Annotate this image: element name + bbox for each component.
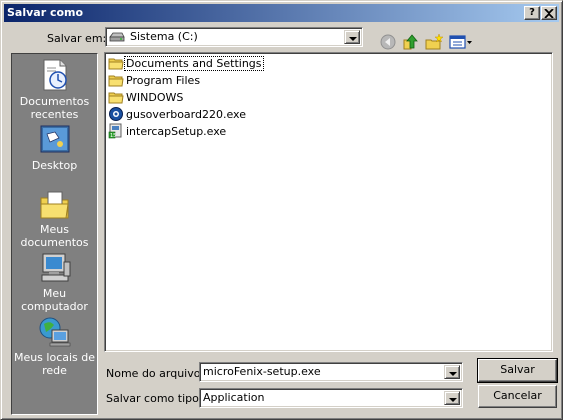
filename-field[interactable]: microFenix-setup.exe (199, 362, 463, 382)
file-list[interactable]: Documents and Settings Program Files WIN… (104, 52, 553, 352)
my-documents-icon (40, 191, 69, 219)
views-menu-button[interactable] (448, 32, 474, 52)
network-places-icon (39, 317, 70, 347)
place-label: Meus locais de rede (13, 351, 96, 377)
file-name: Program Files (126, 74, 201, 87)
place-label: Desktop (31, 159, 78, 172)
save-button[interactable]: Salvar (477, 358, 558, 383)
filename-value: microFenix-setup.exe (203, 365, 321, 378)
place-recent-documents[interactable]: Documentos recentes (12, 58, 97, 121)
close-icon (544, 8, 554, 19)
my-computer-icon (41, 253, 70, 282)
chevron-down-icon[interactable] (444, 365, 460, 379)
chevron-down-icon[interactable] (444, 391, 460, 405)
back-icon (380, 34, 396, 50)
filetype-label: Salvar como tipo: (106, 392, 203, 405)
folder-icon (108, 75, 124, 87)
place-label: Meu computador (21, 287, 88, 313)
installer-icon: 15 (108, 123, 122, 139)
gear-app-icon (109, 107, 123, 121)
title-bar[interactable]: Salvar como ? (4, 4, 559, 22)
new-folder-icon (425, 33, 444, 50)
places-bar: Documentos recentes Desktop Meus documen… (11, 53, 98, 415)
place-my-computer[interactable]: Meu computador (12, 252, 97, 313)
place-network[interactable]: Meus locais de rede (12, 316, 97, 377)
window-title: Salvar como (7, 6, 84, 19)
filename-label: Nome do arquivo: (106, 367, 205, 380)
help-button[interactable]: ? (524, 6, 540, 20)
folder-icon (108, 92, 124, 104)
folder-icon (108, 58, 124, 70)
filetype-dropdown[interactable]: Application (199, 388, 463, 408)
file-name: Documents and Settings (124, 56, 264, 71)
place-label: Meus documentos (20, 223, 89, 249)
place-desktop[interactable]: Desktop (12, 124, 97, 172)
place-label: Documentos recentes (19, 95, 90, 121)
svg-text:15: 15 (110, 133, 116, 139)
save-in-label: Salvar em: (47, 32, 107, 45)
new-folder-button[interactable] (424, 32, 444, 52)
up-folder-button[interactable] (401, 32, 421, 52)
filetype-value: Application (203, 391, 265, 404)
file-name: WINDOWS (126, 91, 184, 104)
save-in-dropdown[interactable]: Sistema (C:) (105, 27, 363, 47)
close-button[interactable] (541, 6, 557, 20)
up-folder-icon (403, 34, 418, 50)
recent-documents-icon (43, 59, 67, 91)
desktop-icon (40, 125, 69, 153)
views-menu-icon (449, 35, 472, 49)
file-name: gusoverboard220.exe (126, 108, 246, 121)
place-my-documents[interactable]: Meus documentos (12, 188, 97, 249)
save-in-value: Sistema (C:) (130, 30, 198, 43)
back-button[interactable] (378, 32, 398, 52)
cancel-button[interactable]: Cancelar (478, 385, 557, 408)
save-as-dialog: Salvar como ? Salvar em: Sistema (C:) Do… (0, 0, 563, 420)
drive-icon (109, 32, 125, 42)
file-name: intercapSetup.exe (126, 125, 227, 138)
chevron-down-icon[interactable] (344, 30, 360, 44)
